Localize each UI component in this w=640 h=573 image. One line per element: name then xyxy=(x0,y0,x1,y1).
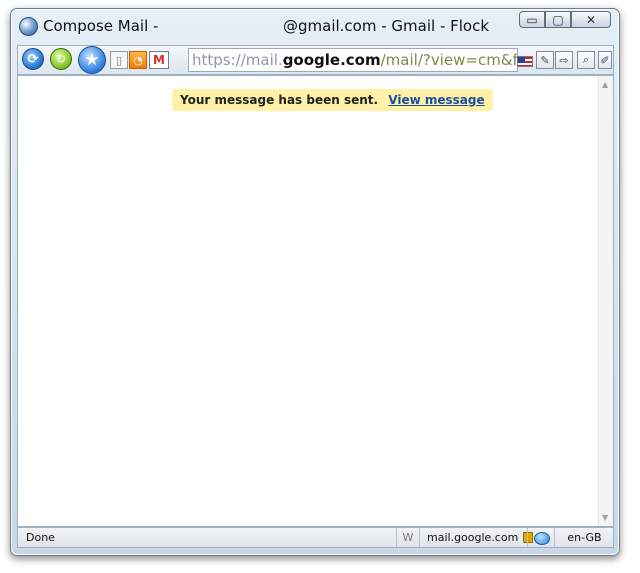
minimize-button[interactable]: ▭ xyxy=(519,11,545,28)
status-bar: Done W mail.google.com en-GB xyxy=(17,527,614,548)
refresh-icon: ⟳ xyxy=(27,51,39,67)
window-controls: ▭ ▢ ✕ xyxy=(519,11,611,29)
flock-home-icon: ↻ xyxy=(55,52,67,66)
pencil-icon: ✎ xyxy=(540,53,550,67)
go-button[interactable]: ⇨ xyxy=(555,51,573,69)
url-path: /mail xyxy=(380,51,418,69)
page-button[interactable]: ▯ xyxy=(110,51,128,69)
window-title-right: @gmail.com - Gmail - Flock xyxy=(283,17,490,35)
gmail-site-button[interactable]: M xyxy=(149,51,169,69)
reload-button[interactable]: ⟳ xyxy=(22,48,44,70)
url-query: /?view=cm&fs=1... xyxy=(417,51,518,69)
view-message-link[interactable]: View message xyxy=(388,93,484,107)
maximize-icon: ▢ xyxy=(552,12,564,27)
host-label: mail.google.com xyxy=(427,531,519,544)
close-icon: ✕ xyxy=(585,12,597,27)
sent-notification: Your message has been sent. View message xyxy=(172,89,493,111)
gmail-icon: M xyxy=(153,53,165,67)
close-button[interactable]: ✕ xyxy=(571,11,611,28)
rss-icon: ◔ xyxy=(133,53,143,67)
flock-app-icon[interactable] xyxy=(19,17,38,36)
title-bar[interactable]: Compose Mail - @gmail.com - Gmail - Floc… xyxy=(11,9,619,43)
page-icon: ▯ xyxy=(115,53,123,67)
extensions-button[interactable]: ✐ xyxy=(598,51,612,69)
navigation-toolbar: ⟳ ↻ ★ ▯ ◔ M https://mail.google.com/mail… xyxy=(17,45,614,75)
locale-selector[interactable]: en-GB xyxy=(554,528,614,547)
favorites-button[interactable]: ★ xyxy=(78,46,106,74)
notification-message: Your message has been sent. xyxy=(180,93,379,107)
page-content: Your message has been sent. View message… xyxy=(17,75,614,527)
home-button[interactable]: ↻ xyxy=(50,48,72,70)
vertical-scrollbar[interactable]: ▲ ▼ xyxy=(598,76,613,526)
maximize-button[interactable]: ▢ xyxy=(545,11,571,28)
minimize-icon: ▭ xyxy=(526,12,538,27)
status-text: Done xyxy=(26,531,55,544)
search-icon: ⌕ xyxy=(582,53,590,66)
address-bar[interactable]: https://mail.google.com/mail/?view=cm&fs… xyxy=(188,48,518,72)
star-icon: ★ xyxy=(84,50,100,70)
wiki-button[interactable]: W xyxy=(396,528,419,547)
window-title-left: Compose Mail - xyxy=(43,17,159,35)
us-flag-icon[interactable] xyxy=(517,56,533,67)
security-host[interactable]: mail.google.com xyxy=(419,528,535,547)
arrow-right-icon: ⇨ xyxy=(559,53,569,67)
browser-window: Compose Mail - @gmail.com - Gmail - Floc… xyxy=(10,8,620,556)
blog-this-button[interactable]: ✎ xyxy=(536,51,554,69)
search-button[interactable]: ⌕ xyxy=(577,51,595,69)
pencil-tool-icon: ✐ xyxy=(600,53,610,67)
chat-button[interactable] xyxy=(527,528,555,547)
locale-label: en-GB xyxy=(567,531,602,544)
rss-feed-button[interactable]: ◔ xyxy=(129,51,147,69)
scroll-down-icon[interactable]: ▼ xyxy=(602,513,608,522)
chat-bubble-icon xyxy=(533,531,550,545)
url-domain: google.com xyxy=(282,51,381,69)
w-icon: W xyxy=(402,531,414,544)
url-scheme: https://mail. xyxy=(192,51,283,69)
scroll-up-icon[interactable]: ▲ xyxy=(602,80,608,89)
